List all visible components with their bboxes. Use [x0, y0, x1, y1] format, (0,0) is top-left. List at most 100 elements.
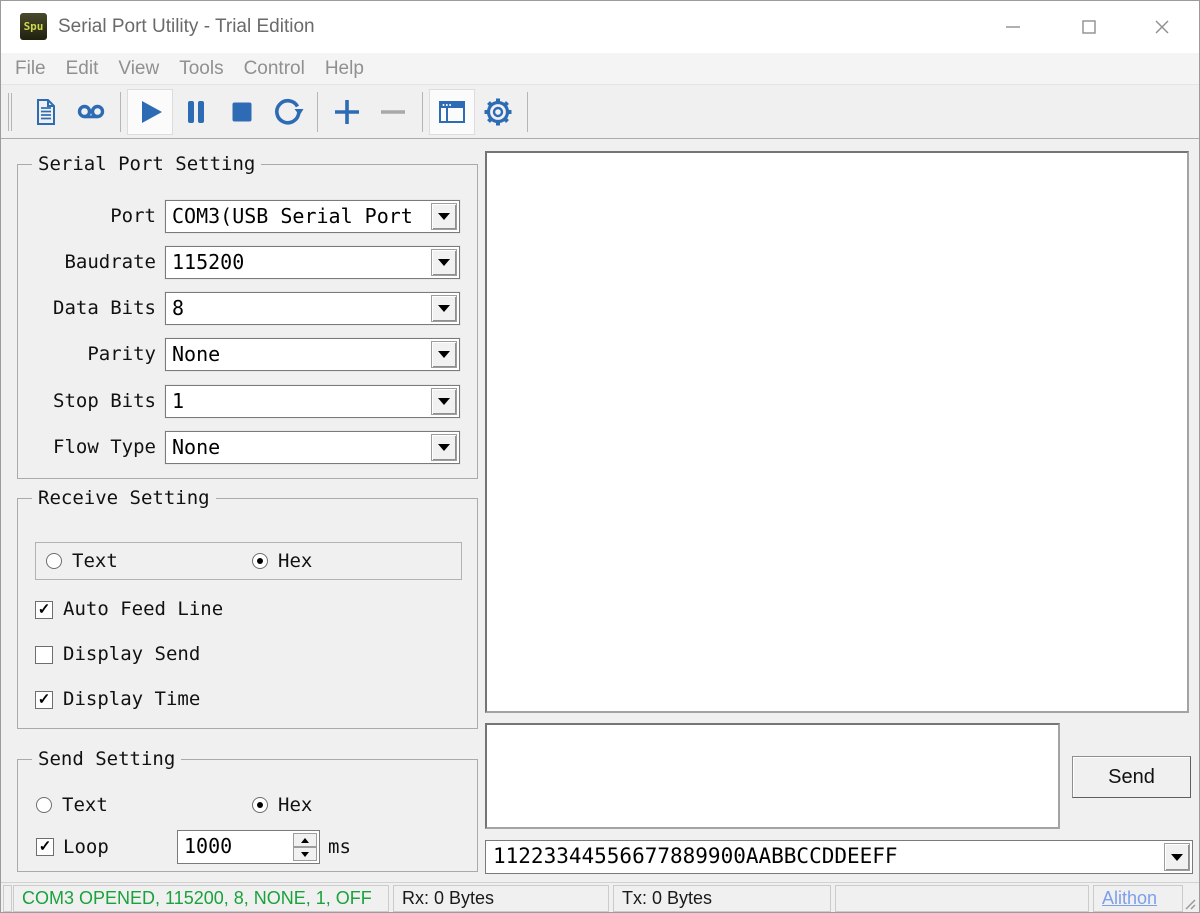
- flow-type-label: Flow Type: [18, 431, 156, 464]
- loop-unit-label: ms: [328, 836, 351, 858]
- data-bits-value: 8: [172, 293, 431, 324]
- send-input[interactable]: [485, 723, 1060, 829]
- toolbar-gripper[interactable]: [8, 93, 12, 131]
- title-bar: Spu Serial Port Utility - Trial Edition: [1, 1, 1199, 53]
- refresh-button[interactable]: [265, 89, 311, 135]
- dropdown-arrow-icon: [438, 351, 450, 358]
- close-button[interactable]: [1124, 1, 1200, 53]
- rx-bytes-status: Rx: 0 Bytes: [393, 885, 609, 912]
- check-icon: ✓: [38, 691, 51, 708]
- panel-view-button[interactable]: [429, 89, 475, 135]
- menu-help[interactable]: Help: [315, 58, 374, 80]
- dropdown-arrow-icon: [438, 444, 450, 451]
- send-history-combo[interactable]: 11223344556677889900AABBCCDDEEFF: [485, 840, 1193, 874]
- dropdown-button[interactable]: [431, 388, 457, 415]
- dropdown-button[interactable]: [431, 249, 457, 276]
- send-setting-group: Send Setting Text Hex ✓ Loop 1000 ms: [17, 759, 478, 872]
- send-text-radio[interactable]: [36, 797, 52, 813]
- loop-label[interactable]: Loop: [63, 836, 109, 858]
- receive-mode-frame: Text Hex: [35, 542, 462, 580]
- loop-checkbox[interactable]: ✓: [36, 838, 54, 856]
- menu-file[interactable]: File: [5, 58, 56, 80]
- record-button[interactable]: [68, 89, 114, 135]
- dropdown-arrow-icon: [1171, 854, 1183, 861]
- toolbar-separator: [527, 92, 528, 132]
- dropdown-button[interactable]: [431, 295, 457, 322]
- dropdown-button[interactable]: [431, 203, 457, 230]
- send-button[interactable]: Send: [1072, 756, 1191, 798]
- minimize-icon: [1003, 17, 1023, 37]
- baudrate-select[interactable]: 115200: [165, 246, 460, 279]
- settings-button[interactable]: [475, 89, 521, 135]
- display-send-checkbox[interactable]: ✓: [35, 646, 53, 664]
- dropdown-button[interactable]: [1164, 843, 1190, 871]
- data-bits-select[interactable]: 8: [165, 292, 460, 325]
- menu-view[interactable]: View: [108, 58, 169, 80]
- pause-icon: [178, 94, 214, 130]
- menu-control[interactable]: Control: [234, 58, 315, 80]
- menu-bar: File Edit View Tools Control Help: [1, 53, 1199, 85]
- remove-button[interactable]: [370, 89, 416, 135]
- status-bar: COM3 OPENED, 115200, 8, NONE, 1, OFF Rx:…: [1, 882, 1199, 913]
- receive-text-radio[interactable]: [46, 553, 62, 569]
- maximize-button[interactable]: [1051, 1, 1127, 53]
- app-window: Spu Serial Port Utility - Trial Edition …: [0, 0, 1200, 913]
- send-text-radio-label[interactable]: Text: [62, 794, 108, 816]
- send-hex-radio-label[interactable]: Hex: [278, 794, 312, 816]
- pause-button[interactable]: [173, 89, 219, 135]
- brand-pane: Alithon: [1093, 885, 1183, 912]
- port-select[interactable]: COM3(USB Serial Port: [165, 200, 460, 233]
- receive-hex-radio-label[interactable]: Hex: [278, 550, 312, 572]
- receive-setting-group: Receive Setting Text Hex ✓ Auto Feed Lin…: [17, 498, 478, 729]
- status-pane: [3, 885, 12, 912]
- receive-display[interactable]: [485, 151, 1189, 713]
- receive-text-radio-label[interactable]: Text: [72, 550, 118, 572]
- new-file-icon: [27, 94, 63, 130]
- minus-icon: [375, 94, 411, 130]
- app-icon: Spu: [20, 13, 47, 40]
- play-button[interactable]: [127, 89, 173, 135]
- close-icon: [1152, 17, 1172, 37]
- stop-bits-select[interactable]: 1: [165, 385, 460, 418]
- add-button[interactable]: [324, 89, 370, 135]
- minimize-button[interactable]: [975, 1, 1051, 53]
- port-value: COM3(USB Serial Port: [172, 201, 431, 232]
- new-file-button[interactable]: [22, 89, 68, 135]
- panel-view-icon: [434, 94, 470, 130]
- auto-feed-line-checkbox[interactable]: ✓: [35, 601, 53, 619]
- dropdown-arrow-icon: [438, 398, 450, 405]
- dropdown-button[interactable]: [431, 341, 457, 368]
- dropdown-arrow-icon: [438, 259, 450, 266]
- display-send-label[interactable]: Display Send: [63, 643, 200, 665]
- dropdown-button[interactable]: [431, 434, 457, 461]
- brand-link[interactable]: Alithon: [1102, 888, 1157, 908]
- display-time-label[interactable]: Display Time: [63, 688, 200, 710]
- parity-select[interactable]: None: [165, 338, 460, 371]
- resize-grip[interactable]: [1181, 895, 1197, 911]
- receive-hex-radio[interactable]: [252, 553, 268, 569]
- check-icon: ✓: [39, 838, 52, 855]
- window-title: Serial Port Utility - Trial Edition: [58, 1, 315, 53]
- port-label: Port: [18, 200, 156, 233]
- loop-interval-stepper[interactable]: 1000: [177, 830, 320, 864]
- serial-port-setting-group: Serial Port Setting Port COM3(USB Serial…: [17, 164, 478, 479]
- parity-label: Parity: [18, 338, 156, 371]
- group-title: Receive Setting: [32, 487, 216, 509]
- group-title: Send Setting: [32, 748, 181, 770]
- auto-feed-line-label[interactable]: Auto Feed Line: [63, 598, 223, 620]
- spin-down-icon: [301, 852, 309, 857]
- spin-up-button[interactable]: [293, 833, 317, 847]
- group-title: Serial Port Setting: [32, 153, 261, 175]
- send-hex-radio[interactable]: [252, 797, 268, 813]
- parity-value: None: [172, 339, 431, 370]
- menu-edit[interactable]: Edit: [56, 58, 109, 80]
- flow-type-value: None: [172, 432, 431, 463]
- stop-button[interactable]: [219, 89, 265, 135]
- menu-tools[interactable]: Tools: [169, 58, 233, 80]
- spin-down-button[interactable]: [293, 847, 317, 861]
- baudrate-label: Baudrate: [18, 246, 156, 279]
- gear-icon: [480, 94, 516, 130]
- display-time-checkbox[interactable]: ✓: [35, 691, 53, 709]
- flow-type-select[interactable]: None: [165, 431, 460, 464]
- toolbar-separator: [120, 92, 121, 132]
